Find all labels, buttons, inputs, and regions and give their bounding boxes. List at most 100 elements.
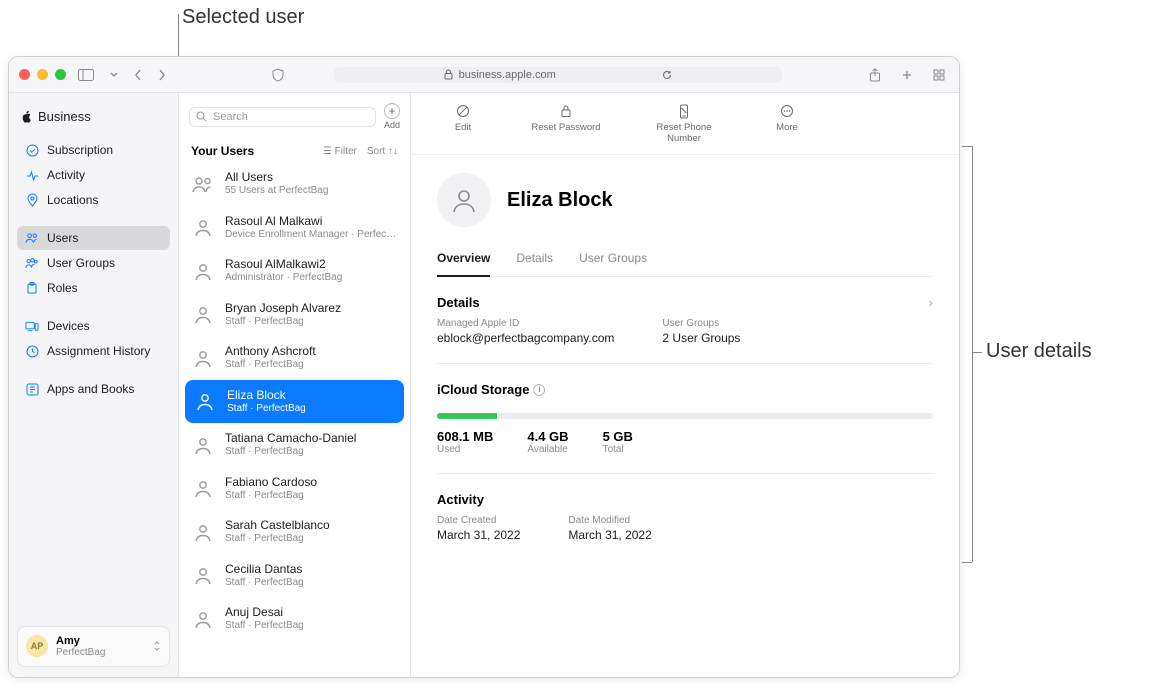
back-button[interactable] (130, 67, 146, 83)
close-window-button[interactable] (19, 69, 30, 80)
user-row[interactable]: Bryan Joseph AlvarezStaff · PerfectBag (179, 293, 410, 337)
user-row[interactable]: Cecilia DantasStaff · PerfectBag (179, 554, 410, 598)
app-brand: Business (17, 103, 170, 138)
user-subtitle: Staff · PerfectBag (225, 446, 356, 459)
users-list-panel: Search + Add Your Users ☰ Filter Sort ↑↓… (179, 93, 411, 677)
storage-section: iCloud Storagei 608.1 MBUsed 4.4 GBAvail… (437, 364, 933, 455)
user-row[interactable]: Anuj DesaiStaff · PerfectBag (179, 597, 410, 641)
user-groups-icon (25, 256, 39, 270)
lock-icon (444, 69, 453, 80)
sidebar-item-subscription[interactable]: Subscription (17, 138, 170, 162)
subscription-icon (25, 143, 39, 157)
tabs-overview-icon[interactable] (929, 66, 949, 84)
user-row[interactable]: Sarah CastelblancoStaff · PerfectBag (179, 510, 410, 554)
users-icon (25, 231, 39, 245)
tool-label: More (776, 122, 798, 133)
storage-available-label: Available (527, 444, 568, 455)
plus-circle-icon: + (384, 103, 400, 119)
window-controls (19, 69, 66, 80)
search-input[interactable]: Search (189, 107, 376, 127)
user-name: Rasoul Al Malkawi (225, 214, 398, 229)
shield-icon[interactable] (268, 66, 288, 84)
reset-password-button[interactable]: Reset Password (521, 103, 611, 144)
sidebar-item-users[interactable]: Users (17, 226, 170, 250)
sidebar-item-devices[interactable]: Devices (17, 314, 170, 338)
section-heading: Activity (437, 492, 484, 507)
sidebar-item-locations[interactable]: Locations (17, 188, 170, 212)
user-subtitle: Administrator · PerfectBag (225, 272, 342, 285)
sidebar-toggle-icon[interactable] (74, 67, 98, 83)
sidebar-item-label: Roles (47, 281, 78, 295)
list-title: Your Users (191, 144, 254, 158)
details-section[interactable]: Details› Managed Apple IDeblock@perfectb… (437, 277, 933, 345)
search-icon (196, 111, 207, 122)
tab-overview[interactable]: Overview (437, 245, 490, 277)
edit-button[interactable]: Edit (433, 103, 493, 144)
minimize-window-button[interactable] (37, 69, 48, 80)
filter-button[interactable]: ☰ Filter (323, 146, 357, 157)
forward-button[interactable] (154, 67, 170, 83)
person-icon (193, 389, 217, 413)
location-pin-icon (25, 193, 39, 207)
address-bar[interactable]: business.apple.com (334, 67, 782, 83)
sidebar-item-user-groups[interactable]: User Groups (17, 251, 170, 275)
sidebar-item-label: Activity (47, 168, 85, 182)
user-row-selected[interactable]: Eliza BlockStaff · PerfectBag (185, 380, 404, 424)
filter-label: Filter (335, 146, 357, 157)
user-groups-label: User Groups (662, 318, 740, 329)
reload-icon[interactable] (662, 70, 672, 80)
tool-label: Reset Phone Number (639, 122, 729, 144)
user-name: Cecilia Dantas (225, 562, 304, 577)
user-row[interactable]: Rasoul AlMalkawi2Administrator · Perfect… (179, 249, 410, 293)
sidebar-item-assignment-history[interactable]: Assignment History (17, 339, 170, 363)
tab-details[interactable]: Details (516, 245, 553, 276)
activity-icon (25, 168, 39, 182)
storage-fill (437, 413, 497, 419)
address-host: business.apple.com (459, 69, 556, 81)
reset-phone-button[interactable]: Reset Phone Number (639, 103, 729, 144)
storage-total-value: 5 GB (603, 429, 633, 444)
person-icon (191, 476, 215, 500)
user-row[interactable]: Rasoul Al MalkawiDevice Enrollment Manag… (179, 206, 410, 250)
zoom-window-button[interactable] (55, 69, 66, 80)
person-icon (191, 520, 215, 544)
sidebar-item-apps-books[interactable]: Apps and Books (17, 377, 170, 401)
callout-user-details: User details (986, 340, 1092, 363)
add-user-button[interactable]: + Add (384, 103, 400, 130)
user-name: Anuj Desai (225, 605, 304, 620)
user-row[interactable]: Tatiana Camacho-DanielStaff · PerfectBag (179, 423, 410, 467)
info-icon[interactable]: i (533, 384, 545, 396)
tab-user-groups[interactable]: User Groups (579, 245, 647, 276)
sidebar-item-label: Subscription (47, 143, 113, 157)
history-icon (25, 344, 39, 358)
sort-button[interactable]: Sort ↑↓ (367, 146, 398, 157)
sidebar-item-roles[interactable]: Roles (17, 276, 170, 300)
user-row[interactable]: Fabiano CardosoStaff · PerfectBag (179, 467, 410, 511)
storage-available-value: 4.4 GB (527, 429, 568, 444)
profile-switcher[interactable]: AP Amy PerfectBag (17, 626, 170, 667)
share-icon[interactable] (865, 66, 885, 84)
profile-org: PerfectBag (56, 647, 105, 658)
managed-id-label: Managed Apple ID (437, 318, 614, 329)
user-row[interactable]: All Users55 Users at PerfectBag (179, 162, 410, 206)
lock-icon (558, 103, 574, 119)
apple-logo-icon (21, 110, 33, 124)
person-icon (191, 215, 215, 239)
sort-label: Sort (367, 146, 385, 157)
sidebar-group-2: Users User Groups Roles (17, 226, 170, 300)
new-tab-icon[interactable] (897, 66, 917, 84)
sidebar-group-3: Devices Assignment History (17, 314, 170, 363)
sidebar-item-activity[interactable]: Activity (17, 163, 170, 187)
chevron-down-icon[interactable] (106, 70, 122, 80)
search-placeholder: Search (213, 111, 248, 123)
detail-panel: Edit Reset Password Reset Phone Number M… (411, 93, 959, 677)
person-icon (191, 302, 215, 326)
user-subtitle: Staff · PerfectBag (225, 577, 304, 590)
person-icon (191, 607, 215, 631)
sidebar-item-label: Apps and Books (47, 382, 134, 396)
sidebar-group-4: Apps and Books (17, 377, 170, 401)
date-modified-label: Date Modified (568, 515, 651, 526)
chevron-right-icon: › (929, 295, 933, 310)
more-button[interactable]: More (757, 103, 817, 144)
user-row[interactable]: Anthony AshcroftStaff · PerfectBag (179, 336, 410, 380)
